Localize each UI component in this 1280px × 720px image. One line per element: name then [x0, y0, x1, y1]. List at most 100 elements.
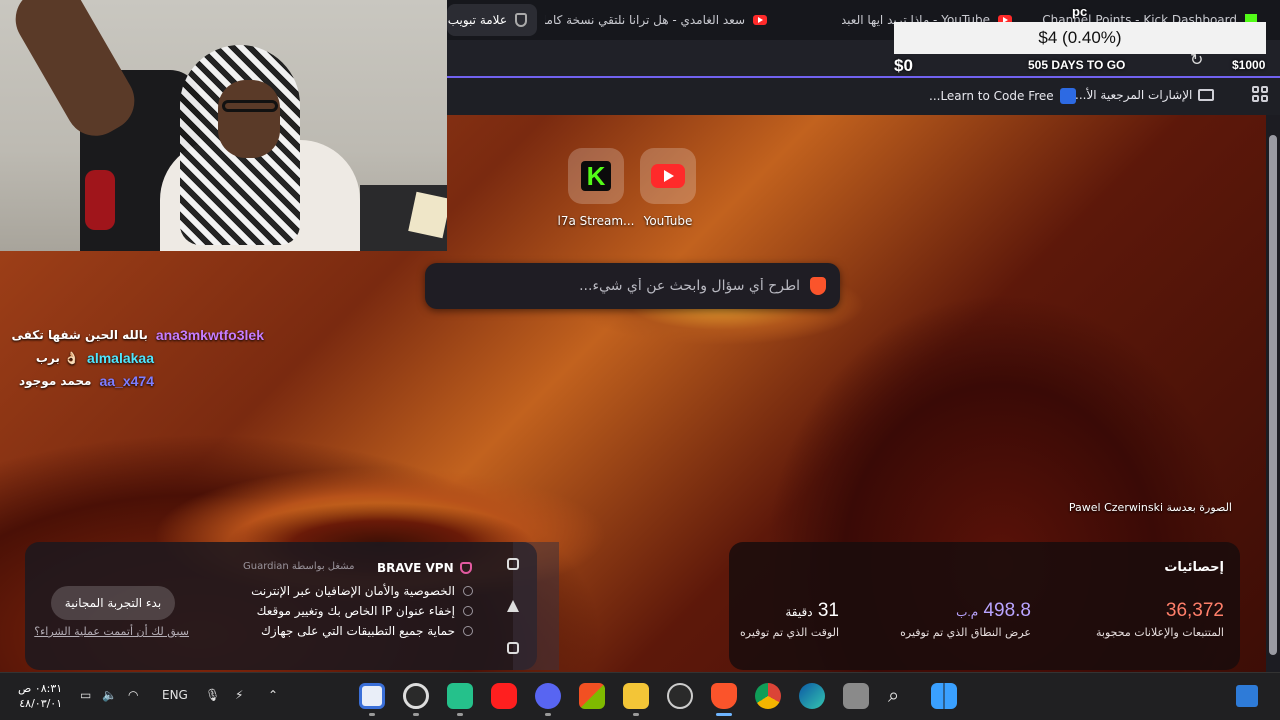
vpn-feature: حماية جميع التطبيقات التي على جهازك [225, 624, 473, 638]
running-indicator [369, 713, 375, 716]
stat-bandwidth-saved: 498.8 م.ب عرض النطاق الذي تم توفيره [871, 600, 1031, 639]
active-indicator [716, 713, 732, 716]
vpn-title: BRAVE VPN [377, 561, 472, 575]
webcam-person-face [218, 80, 280, 158]
volume-icon[interactable]: 🔈 [102, 688, 117, 702]
chat-text: 👌🏻 برب [35, 351, 80, 365]
bookmark-label: Learn to Code Free... [929, 89, 1054, 103]
bookmark-favicon [1059, 88, 1076, 104]
warning-icon[interactable] [507, 600, 519, 612]
taskbar-app-kick-bot[interactable] [447, 683, 473, 709]
check-icon [463, 586, 473, 596]
taskbar: ٠٨:٣١ ص ٤٨/٠٣/٠١ ▭ 🔈 ◠ ENG 🎙 ⚡ ⌃ ⌕ [0, 672, 1280, 720]
webcam-glasses [222, 100, 278, 112]
running-indicator [413, 713, 419, 716]
vpn-shield-icon [459, 562, 472, 574]
search-icon[interactable]: ⌕ [888, 683, 899, 707]
vpn-feature: الخصوصية والأمان الإضافيان عبر الإنترنت [225, 584, 473, 598]
check-icon [463, 606, 473, 616]
taskbar-app-discord[interactable] [535, 683, 561, 709]
camera-icon[interactable] [507, 642, 519, 654]
donation-tag: pc [1072, 4, 1088, 19]
brave-lion-icon [810, 277, 826, 295]
chat-username: aa_x474 [99, 373, 154, 389]
vpn-guardian-credit: مشغل بواسطة Guardian [243, 561, 355, 572]
wifi-icon[interactable]: ◠ [128, 688, 138, 702]
running-indicator [545, 713, 551, 716]
start-trial-button[interactable]: بدء التجربة المجانية [51, 586, 175, 620]
scrollbar-thumb[interactable] [1269, 135, 1277, 655]
apps-grid-icon[interactable] [1252, 86, 1268, 102]
donation-countdown: 505 DAYS TO GO [1028, 58, 1126, 72]
taskbar-app-brave[interactable] [711, 683, 737, 709]
webcam-paper [408, 191, 447, 239]
search-input[interactable] [500, 278, 800, 294]
microphone-icon[interactable]: 🎙 [205, 688, 220, 702]
stat-value: 31 [817, 600, 839, 621]
tab-new-tab[interactable]: علامة تبويب [447, 4, 537, 36]
taskbar-app-stream-deck[interactable] [359, 683, 385, 709]
vpn-feature: إخفاء عنوان IP الخاص بك وتغيير موقعك [225, 604, 473, 618]
tab-label: سعد الغامدي - هل ترانا نلتقي نسخة كاملة [545, 13, 745, 27]
kick-icon: K [581, 161, 611, 191]
youtube-icon [651, 164, 685, 188]
battery-icon[interactable]: ▭ [80, 688, 91, 702]
youtube-icon [753, 15, 767, 25]
photo-credit: الصورة بعدسة Pawel Czerwinski [1068, 501, 1232, 514]
vpn-card-sidebar [513, 542, 559, 670]
shortcut-youtube[interactable]: YouTube [640, 148, 696, 228]
stat-unit: م.ب [956, 605, 979, 619]
clock-time: ٠٨:٣١ ص [18, 682, 63, 695]
shield-icon [515, 13, 527, 27]
stats-card: إحصائيات 36,372 المتتبعات والإعلانات محج… [729, 542, 1240, 670]
taskbar-app-file-explorer[interactable] [623, 683, 649, 709]
vpn-title-label: BRAVE VPN [377, 561, 454, 575]
shortcut-tile[interactable] [640, 148, 696, 204]
bookmarks-bar: الإشارات المرجعية الأ... Learn to Code F… [447, 78, 1280, 115]
taskbar-app-obs-studio[interactable] [667, 683, 693, 709]
shortcut-l7a-stream[interactable]: K l7a Stream... [558, 148, 635, 228]
chat-message: aa_x474 محمد موجود [19, 373, 154, 389]
chat-text: محمد موجود [18, 374, 92, 388]
vpn-feature-label: الخصوصية والأمان الإضافيان عبر الإنترنت [251, 584, 455, 598]
chevron-up-icon[interactable]: ⌃ [268, 688, 278, 702]
taskbar-task-view[interactable] [843, 683, 869, 709]
stat-value: 498.8 [983, 600, 1031, 621]
tab-label: علامة تبويب [447, 13, 507, 27]
page-scrollbar[interactable] [1266, 115, 1280, 672]
stat-unit: دقيقة [785, 605, 813, 619]
browser-chrome: علامة تبويب سعد الغامدي - هل ترانا نلتقي… [447, 0, 1280, 115]
donation-max: $1000 [1232, 58, 1266, 72]
tray-app-icon[interactable]: ⚡ [235, 688, 243, 702]
taskbar-app-youtube[interactable] [491, 683, 517, 709]
taskbar-app-store[interactable] [579, 683, 605, 709]
chat-message: almalakaa 👌🏻 برب [36, 350, 154, 366]
chat-message: ana3mkwtfo3lek بالله الحين شفها تكفى [12, 327, 265, 343]
donation-amount: $4 (0.40%) [894, 22, 1266, 54]
search-box[interactable] [425, 263, 840, 309]
already-purchased-link[interactable]: سبق لك أن أتممت عملية الشراء؟ [34, 625, 189, 638]
language-indicator[interactable]: ENG [162, 688, 188, 702]
donation-min: $0 [894, 56, 913, 75]
tab-saad-alghamdi[interactable]: سعد الغامدي - هل ترانا نلتقي نسخة كاملة [545, 4, 777, 36]
windows-start-icon[interactable] [931, 683, 957, 709]
taskbar-app-chrome[interactable] [755, 683, 781, 709]
vpn-feature-label: إخفاء عنوان IP الخاص بك وتغيير موقعك [256, 604, 455, 618]
bookmark-folder[interactable]: الإشارات المرجعية الأ... [1075, 88, 1215, 102]
shortcut-label: YouTube [643, 214, 693, 228]
shortcut-tile[interactable]: K [568, 148, 624, 204]
taskbar-clock[interactable]: ٠٨:٣١ ص ٤٨/٠٣/٠١ [18, 681, 62, 711]
show-desktop-icon[interactable] [1236, 685, 1258, 707]
bookmark-label: الإشارات المرجعية الأ... [1075, 88, 1193, 102]
running-indicator [633, 713, 639, 716]
webcam-overlay [0, 0, 447, 251]
stats-title: إحصائيات [1164, 560, 1224, 575]
running-indicator [457, 713, 463, 716]
bookmark-learn-to-code[interactable]: Learn to Code Free... [929, 88, 1076, 104]
taskbar-app-edge[interactable] [799, 683, 825, 709]
shield-icon[interactable] [507, 558, 519, 570]
chat-username: ana3mkwtfo3lek [155, 327, 264, 343]
stat-label: المتتبعات والإعلانات محجوبة [1095, 626, 1224, 639]
taskbar-app-obs[interactable] [403, 683, 429, 709]
chat-text: بالله الحين شفها تكفى [11, 328, 148, 342]
